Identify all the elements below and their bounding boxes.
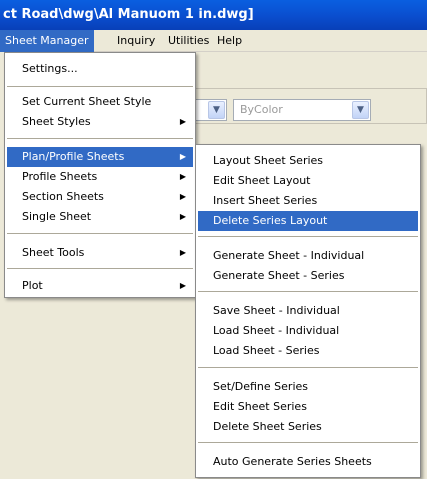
color-combo[interactable]: ByColor ▼ xyxy=(233,99,371,121)
menu-item-plot[interactable]: Plot ▶ xyxy=(7,276,193,296)
submenu-arrow-icon: ▶ xyxy=(179,192,186,201)
submenu-arrow-icon: ▶ xyxy=(179,172,186,181)
submenu-item-edit-sheet-layout[interactable]: Edit Sheet Layout xyxy=(198,171,418,191)
menu-item-sheet-styles[interactable]: Sheet Styles ▶ xyxy=(7,112,193,132)
submenu-item-layout-sheet-series[interactable]: Layout Sheet Series xyxy=(198,151,418,171)
window-title: ct Road\dwg\Al Manuom 1 in.dwg] xyxy=(0,0,427,30)
submenu-item-save-sheet-individual[interactable]: Save Sheet - Individual xyxy=(198,301,418,321)
menu-separator xyxy=(7,268,193,269)
dropdown-arrow-icon[interactable]: ▼ xyxy=(208,101,225,119)
submenu-item-load-sheet-individual[interactable]: Load Sheet - Individual xyxy=(198,321,418,341)
menu-separator xyxy=(198,236,418,237)
submenu-arrow-icon: ▶ xyxy=(179,281,186,290)
menu-utilities[interactable]: Utilities xyxy=(163,30,214,52)
menu-separator xyxy=(198,291,418,292)
menu-separator xyxy=(198,442,418,443)
menu-inquiry[interactable]: Inquiry xyxy=(112,30,160,52)
menu-separator xyxy=(7,138,193,139)
submenu-arrow-icon: ▶ xyxy=(179,248,186,257)
submenu-item-auto-generate-series-sheets[interactable]: Auto Generate Series Sheets xyxy=(198,452,418,472)
submenu-item-generate-sheet-series[interactable]: Generate Sheet - Series xyxy=(198,266,418,286)
submenu-item-insert-sheet-series[interactable]: Insert Sheet Series xyxy=(198,191,418,211)
layer-combo[interactable]: ▼ xyxy=(195,99,227,121)
menu-help[interactable]: Help xyxy=(212,30,247,52)
menu-separator xyxy=(7,86,193,87)
menu-separator xyxy=(198,367,418,368)
menu-item-section-sheets[interactable]: Section Sheets ▶ xyxy=(7,187,193,207)
submenu-item-load-sheet-series[interactable]: Load Sheet - Series xyxy=(198,341,418,361)
submenu-arrow-icon: ▶ xyxy=(179,152,186,161)
menu-item-single-sheet[interactable]: Single Sheet ▶ xyxy=(7,207,193,227)
sheet-manager-menu: Settings... Set Current Sheet Style Shee… xyxy=(4,52,196,298)
menu-sheet-manager[interactable]: Sheet Manager xyxy=(0,30,94,52)
submenu-item-delete-sheet-series[interactable]: Delete Sheet Series xyxy=(198,417,418,437)
dropdown-arrow-icon[interactable]: ▼ xyxy=(352,101,369,119)
menu-item-profile-sheets[interactable]: Profile Sheets ▶ xyxy=(7,167,193,187)
menu-item-sheet-tools[interactable]: Sheet Tools ▶ xyxy=(7,243,193,263)
submenu-item-edit-sheet-series[interactable]: Edit Sheet Series xyxy=(198,397,418,417)
menu-item-plan-profile-sheets[interactable]: Plan/Profile Sheets ▶ xyxy=(7,147,193,167)
menu-item-settings[interactable]: Settings... xyxy=(7,59,193,79)
color-combo-value: ByColor xyxy=(240,103,283,116)
submenu-arrow-icon: ▶ xyxy=(179,117,186,126)
menu-separator xyxy=(7,233,193,234)
menu-item-set-current-sheet-style[interactable]: Set Current Sheet Style xyxy=(7,92,193,112)
submenu-arrow-icon: ▶ xyxy=(179,212,186,221)
menu-bar: Sheet Manager Inquiry Utilities Help xyxy=(0,30,427,52)
plan-profile-submenu: Layout Sheet Series Edit Sheet Layout In… xyxy=(195,144,421,478)
submenu-item-set-define-series[interactable]: Set/Define Series xyxy=(198,377,418,397)
submenu-item-generate-sheet-individual[interactable]: Generate Sheet - Individual xyxy=(198,246,418,266)
submenu-item-delete-series-layout[interactable]: Delete Series Layout xyxy=(198,211,418,231)
